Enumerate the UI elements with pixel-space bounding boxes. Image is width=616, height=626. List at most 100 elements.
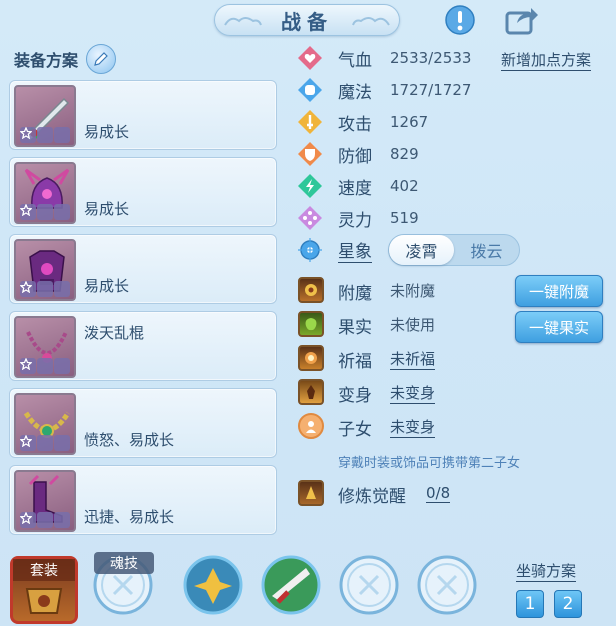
stat-label: 魔法 — [338, 82, 372, 103]
hint-text: 穿戴时装或饰品可携带第二子女 — [338, 456, 521, 471]
equipment-slot-helmet[interactable]: 易成长 — [9, 157, 277, 227]
star-icon — [20, 435, 53, 451]
cultivate-link[interactable]: 0/8 — [426, 484, 451, 503]
enchant-value: 未附魔 — [390, 282, 436, 300]
cultivate-label: 修炼觉醒 — [338, 487, 406, 507]
transform-icon — [298, 379, 324, 405]
equipment-slot-armor[interactable]: 易成长 — [9, 234, 277, 304]
star-rating — [20, 358, 70, 374]
bottom-bar: 套装 魂技 坐骑方案 1 2 — [0, 546, 616, 626]
enchant-icon — [298, 277, 324, 303]
shield-icon — [296, 140, 324, 168]
stat-label: 速度 — [338, 178, 372, 199]
skill-slot-4[interactable] — [414, 552, 480, 618]
empty-slot-icon — [417, 555, 477, 615]
edit-plan-button[interactable] — [86, 44, 117, 74]
stat-value: 1727/1727 — [390, 81, 472, 99]
star-icon — [20, 127, 53, 143]
enchant-label: 附魔 — [338, 284, 372, 304]
equipment-slot-necklace[interactable]: 泼天乱棍 — [9, 311, 277, 381]
cauldron-icon — [25, 588, 63, 614]
star-icon — [20, 281, 53, 297]
pray-label: 祈福 — [338, 352, 372, 372]
star-rating — [20, 281, 70, 297]
equipment-desc: 易成长 — [84, 277, 130, 295]
heart-icon — [296, 44, 324, 72]
transform-link[interactable]: 未变身 — [390, 382, 436, 404]
title-banner: 战备 — [214, 4, 400, 36]
equipment-desc: 泼天乱棍 — [84, 324, 145, 342]
child-icon — [298, 413, 324, 439]
belt-icon — [14, 393, 76, 455]
cultivate-icon — [298, 480, 324, 506]
star-icon — [20, 435, 70, 451]
share-button[interactable] — [504, 2, 540, 38]
pray-icon — [298, 345, 324, 371]
skill-slot-3[interactable] — [336, 552, 402, 618]
armor-icon — [14, 239, 76, 301]
spirit-icon — [296, 204, 324, 232]
enchant-all-button[interactable]: 一键附魔 — [515, 275, 603, 307]
star-sign-label[interactable]: 星象 — [338, 237, 372, 263]
stat-row-spirit: 灵力 519 — [296, 203, 419, 233]
cloud-ornament-right — [352, 17, 390, 26]
star-sign-toggle[interactable]: 凌霄 拨云 — [388, 234, 520, 266]
fruit-all-button[interactable]: 一键果实 — [515, 311, 603, 343]
soul-skill-slot[interactable]: 魂技 — [90, 552, 156, 618]
star-icon — [20, 358, 70, 374]
star-option-lingxiao[interactable]: 凌霄 — [389, 235, 454, 265]
star-icon — [20, 281, 70, 297]
stat-value: 1267 — [390, 113, 429, 131]
skill-slot-2[interactable] — [258, 552, 324, 618]
mount-plan-title[interactable]: 坐骑方案 — [516, 560, 577, 582]
star-rating — [20, 435, 70, 451]
mana-icon — [296, 76, 324, 104]
stat-label: 气血 — [338, 50, 372, 71]
star-icon — [20, 204, 70, 220]
skill-monk-icon — [183, 555, 243, 615]
add-points-link[interactable]: 新增加点方案 — [501, 49, 592, 71]
equipment-desc: 愤怒、易成长 — [84, 431, 175, 449]
mount-plan-2-button[interactable]: 2 — [554, 590, 582, 618]
star-sign-row: 星象 — [296, 235, 372, 265]
empty-slot-icon — [339, 555, 399, 615]
star-icon — [20, 127, 70, 143]
stat-value: 402 — [390, 177, 419, 195]
star-rating — [20, 512, 70, 528]
pencil-icon — [94, 52, 108, 66]
star-option-boyun[interactable]: 拨云 — [454, 235, 519, 265]
pray-link[interactable]: 未祈福 — [390, 348, 436, 370]
exclamation-icon — [445, 5, 475, 35]
cloud-ornament-left — [224, 17, 262, 26]
stat-row-speed: 速度 402 — [296, 171, 419, 201]
soul-label: 魂技 — [94, 552, 154, 574]
skill-blade-icon — [261, 555, 321, 615]
plan-header: 装备方案 — [14, 44, 117, 74]
child-label: 子女 — [338, 420, 372, 440]
child-link[interactable]: 未变身 — [390, 416, 436, 438]
star-icon — [20, 204, 53, 220]
helmet-icon — [14, 162, 76, 224]
fruit-label: 果实 — [338, 318, 372, 338]
suit-button[interactable]: 套装 — [10, 556, 78, 624]
equipment-slot-belt[interactable]: 愤怒、易成长 — [9, 388, 277, 458]
fruit-icon — [298, 311, 324, 337]
suit-label: 套装 — [13, 559, 75, 581]
skill-slot-1[interactable] — [180, 552, 246, 618]
star-icon — [20, 358, 53, 374]
stat-value: 519 — [390, 209, 419, 227]
star-rating — [20, 204, 70, 220]
plan-title: 装备方案 — [14, 51, 79, 70]
weapon-icon — [14, 85, 76, 147]
mount-plan-1-button[interactable]: 1 — [516, 590, 544, 618]
stat-value: 2533/2533 — [390, 49, 472, 67]
info-button[interactable] — [442, 2, 478, 38]
equipment-desc: 易成长 — [84, 200, 130, 218]
stat-row-hp: 气血 2533/2533 — [296, 43, 471, 73]
equipment-slot-boots[interactable]: 迅捷、易成长 — [9, 465, 277, 535]
equipment-desc: 迅捷、易成长 — [84, 508, 175, 526]
boots-icon — [14, 470, 76, 532]
star-icon — [20, 512, 53, 528]
star-icon — [20, 512, 70, 528]
equipment-slot-weapon[interactable]: 易成长 — [9, 80, 277, 150]
